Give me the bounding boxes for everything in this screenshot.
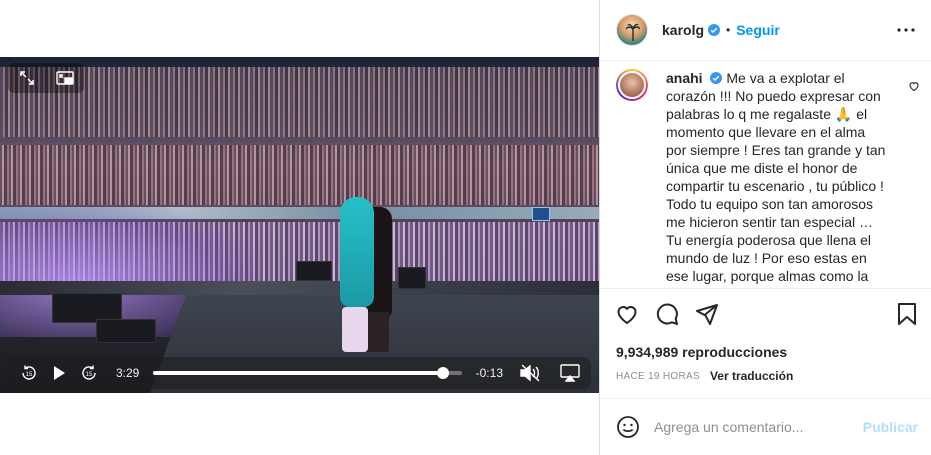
post-actions	[600, 288, 931, 338]
post-meta: HACE 19 HORAS Ver traducción	[616, 369, 793, 383]
publish-button[interactable]: Publicar	[863, 419, 918, 435]
comment-item: anahi Me va a explotar el corazón !!! No…	[616, 69, 919, 285]
view-count[interactable]: 9,934,989 reproducciones	[616, 344, 787, 360]
rewind-15-icon[interactable]: 15	[18, 362, 40, 384]
comment-like-heart-icon[interactable]	[908, 79, 920, 92]
comment-text: Me va a explotar el corazón !!! No puedo…	[666, 70, 886, 284]
play-icon[interactable]	[48, 362, 70, 384]
follow-button[interactable]: Seguir	[736, 22, 780, 38]
verified-badge-icon	[710, 72, 723, 84]
post-dialog: 15 15 3:29 -0:13 karolg • Seguir anahi M…	[0, 0, 931, 455]
post-side-panel: karolg • Seguir anahi Me va a explotar e…	[599, 0, 931, 455]
comment-bubble-icon[interactable]	[654, 301, 680, 327]
performer-dark-legs	[367, 312, 389, 352]
share-paper-plane-icon[interactable]	[694, 301, 720, 327]
picture-in-picture-icon[interactable]	[56, 69, 74, 87]
like-heart-icon[interactable]	[614, 301, 640, 327]
crowd-middle	[0, 145, 599, 205]
scoreboard	[532, 207, 550, 221]
comment-body: anahi Me va a explotar el corazón !!! No…	[666, 69, 888, 285]
owner-avatar[interactable]	[616, 14, 648, 46]
svg-text:15: 15	[86, 372, 93, 378]
svg-text:15: 15	[26, 372, 33, 378]
media-column: 15 15 3:29 -0:13	[0, 0, 599, 455]
scrubber-knob[interactable]	[437, 367, 450, 379]
comments-list[interactable]: anahi Me va a explotar el corazón !!! No…	[600, 61, 931, 287]
speaker	[96, 319, 156, 343]
video-controls-bar: 15 15 3:29 -0:13	[8, 357, 591, 389]
crowd-upper	[0, 67, 599, 137]
mute-icon[interactable]	[519, 362, 541, 384]
airplay-icon[interactable]	[559, 362, 581, 384]
commenter-avatar[interactable]	[616, 69, 648, 101]
post-header: karolg • Seguir	[600, 0, 931, 61]
more-options-icon[interactable]	[894, 18, 918, 42]
separator-dot: •	[726, 23, 731, 37]
video-scrubber[interactable]	[153, 367, 462, 379]
performer-boots	[342, 307, 368, 352]
post-time-ago[interactable]: HACE 19 HORAS	[616, 371, 700, 382]
video-player[interactable]	[0, 57, 599, 393]
current-time: 3:29	[116, 366, 140, 380]
see-translation-link[interactable]: Ver traducción	[710, 369, 793, 383]
palm-tree-icon	[626, 23, 640, 41]
progress-fill	[153, 371, 444, 375]
remaining-time: -0:13	[475, 366, 503, 380]
owner-username[interactable]: karolg	[662, 22, 704, 38]
save-bookmark-icon[interactable]	[894, 301, 920, 327]
comment-composer: Publicar	[600, 398, 931, 455]
forward-15-icon[interactable]: 15	[78, 362, 100, 384]
comment-input[interactable]	[654, 419, 855, 435]
video-top-controls	[8, 63, 84, 93]
performer-blue-hair	[340, 197, 374, 307]
emoji-icon[interactable]	[616, 415, 640, 439]
fullscreen-icon[interactable]	[18, 69, 36, 87]
speaker	[398, 267, 426, 289]
commenter-username[interactable]: anahi	[666, 70, 703, 86]
speaker	[296, 261, 332, 281]
verified-badge-icon	[708, 24, 721, 36]
